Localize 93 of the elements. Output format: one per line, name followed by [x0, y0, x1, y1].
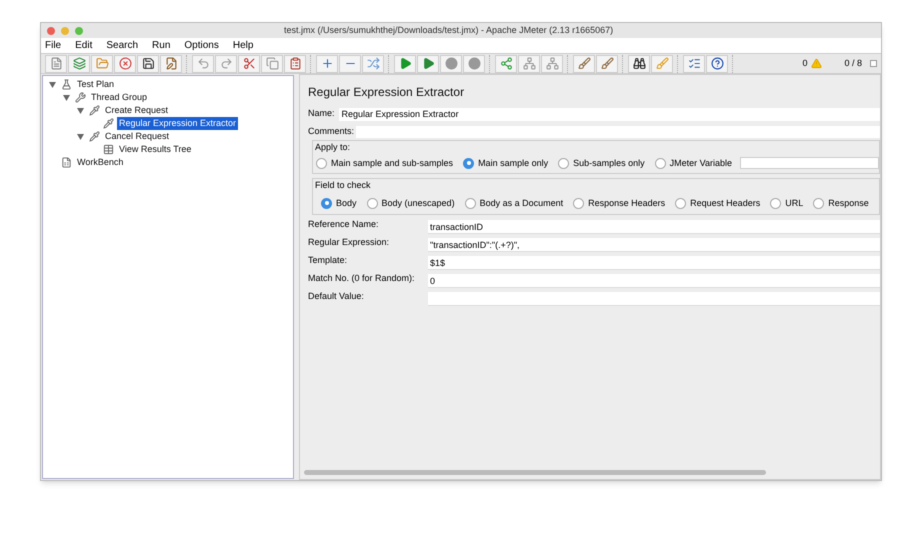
- undo-icon[interactable]: [192, 54, 214, 72]
- radio-button[interactable]: [813, 198, 824, 209]
- pipette-icon: [89, 105, 100, 116]
- text-field[interactable]: 0: [428, 274, 880, 288]
- field-label: Regular Expression:: [308, 236, 390, 249]
- save-icon[interactable]: [137, 54, 159, 72]
- variable-field[interactable]: [740, 157, 879, 170]
- expanded-triangle-icon[interactable]: [62, 94, 70, 100]
- field-label: Template:: [308, 254, 348, 267]
- horizontal-scrollbar[interactable]: [304, 470, 766, 475]
- copy-icon[interactable]: [261, 54, 283, 72]
- new-file-icon[interactable]: [45, 54, 67, 72]
- stop-icon[interactable]: [440, 54, 462, 72]
- radio-button[interactable]: [316, 158, 327, 169]
- radio-label: JMeter Variable: [670, 156, 732, 170]
- minimize-window-button[interactable]: [61, 26, 69, 34]
- text-field[interactable]: [428, 292, 880, 306]
- menu-item[interactable]: File: [45, 38, 62, 53]
- help-icon[interactable]: [706, 54, 728, 72]
- radio-label: Main sample only: [478, 156, 548, 170]
- tree-item[interactable]: Thread Group: [89, 90, 150, 104]
- menu-item[interactable]: Search: [106, 38, 138, 53]
- radio-button[interactable]: [464, 198, 476, 209]
- radio-label: Sub-samples only: [573, 156, 645, 170]
- radio-button[interactable]: [558, 158, 570, 169]
- window-title: test.jmx (/Users/sumukhthej/Downloads/test.jmx) - Apache JMeter (2.13 r1665067): [284, 24, 614, 37]
- tree-item[interactable]: Create Request: [103, 104, 170, 118]
- templates-icon[interactable]: [68, 54, 90, 72]
- radio-label: Main sample and sub-samples: [331, 156, 454, 170]
- tree-item[interactable]: Test Plan: [75, 78, 116, 92]
- radio-label: Body (unescaped): [382, 196, 455, 210]
- thread-count: 0 / 8: [844, 56, 862, 70]
- field-label: Match No. (0 for Random):: [308, 272, 416, 285]
- tree-item[interactable]: Regular Expression Extractor: [117, 116, 238, 130]
- radio-button[interactable]: [675, 198, 686, 209]
- clear-all-icon[interactable]: [596, 54, 618, 72]
- sheet-icon: [61, 157, 72, 168]
- radio-label: Body as a Document: [480, 196, 564, 210]
- expanded-triangle-icon[interactable]: [48, 82, 56, 88]
- menu-item[interactable]: Run: [152, 38, 170, 53]
- search-icon[interactable]: [628, 54, 650, 72]
- group-title: Field to check: [314, 179, 371, 192]
- expanded-triangle-icon[interactable]: [76, 108, 84, 114]
- tree-item[interactable]: View Results Tree: [117, 142, 194, 156]
- name-field[interactable]: Regular Expression Extractor: [338, 108, 880, 120]
- flask-icon: [61, 79, 72, 90]
- save-as-icon[interactable]: [160, 54, 182, 72]
- collapse-icon[interactable]: [339, 54, 361, 72]
- radio-button[interactable]: [573, 198, 584, 209]
- field-label: Name:: [308, 107, 335, 120]
- cut-icon[interactable]: [238, 54, 260, 72]
- tree-item[interactable]: WorkBench: [75, 156, 126, 170]
- open-folder-icon[interactable]: [91, 54, 113, 72]
- menu-item[interactable]: Help: [232, 38, 254, 53]
- radio-button[interactable]: [770, 198, 782, 209]
- close-file-icon[interactable]: [114, 54, 136, 72]
- zoom-window-button[interactable]: [75, 26, 83, 34]
- warning-icon: [811, 58, 822, 69]
- radio-label: Response Headers: [588, 196, 666, 210]
- expand-icon[interactable]: [316, 54, 338, 72]
- error-count: 0: [802, 56, 808, 70]
- menu-item[interactable]: Edit: [75, 38, 92, 53]
- text-field[interactable]: "transactionID":"(.+?)",: [428, 238, 880, 252]
- close-window-button[interactable]: [47, 26, 55, 34]
- radio-label: Body: [336, 196, 357, 210]
- checkbox[interactable]: [870, 60, 877, 67]
- redo-icon[interactable]: [215, 54, 237, 72]
- table-icon: [103, 144, 114, 155]
- wrench-icon: [75, 92, 86, 103]
- radio-label: Response: [828, 196, 869, 210]
- expanded-triangle-icon[interactable]: [76, 134, 84, 140]
- clear-icon[interactable]: [573, 54, 595, 72]
- radio-button[interactable]: [321, 198, 332, 209]
- radio-button[interactable]: [463, 158, 474, 169]
- pipette-icon: [89, 131, 100, 142]
- paste-icon[interactable]: [284, 54, 306, 72]
- field-label: Default Value:: [308, 290, 365, 303]
- radio-button[interactable]: [654, 158, 666, 169]
- comments-field[interactable]: [356, 126, 880, 138]
- pipette-icon: [103, 118, 114, 129]
- start-icon[interactable]: [394, 54, 416, 72]
- radio-label: URL: [785, 196, 804, 210]
- text-field[interactable]: $1$: [428, 256, 880, 270]
- radio-button[interactable]: [366, 198, 378, 209]
- text-field[interactable]: transactionID: [428, 220, 880, 234]
- radio-label: Request Headers: [690, 196, 760, 210]
- field-label: Comments:: [308, 125, 354, 138]
- field-label: Reference Name:: [308, 218, 380, 231]
- group-title: Apply to:: [314, 141, 350, 154]
- tree-item[interactable]: Cancel Request: [103, 130, 172, 144]
- menu-item[interactable]: Options: [184, 38, 219, 53]
- panel-title: Regular Expression Extractor: [308, 84, 466, 101]
- start-no-pause-icon[interactable]: [417, 54, 439, 72]
